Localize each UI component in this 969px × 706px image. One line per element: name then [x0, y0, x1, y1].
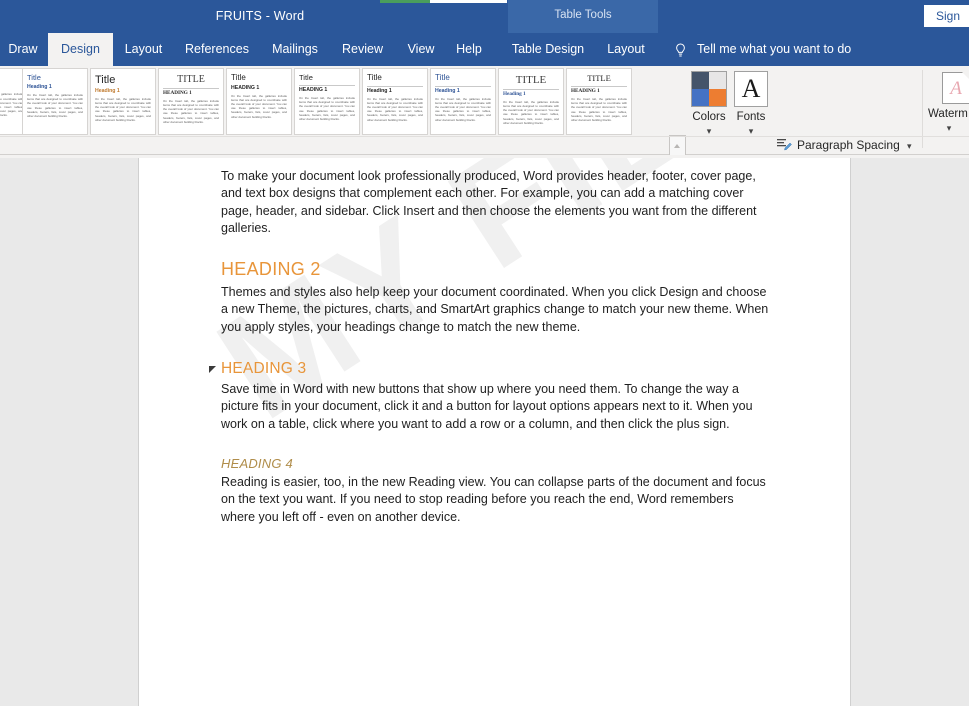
tab-draw[interactable]: Draw [4, 33, 42, 66]
tab-view[interactable]: View [399, 33, 443, 66]
thumbnail-body-text: On the Insert tab, the galleries include… [503, 99, 559, 125]
ribbon-tab-strip: Draw Design Layout References Mailings Review… [0, 33, 969, 66]
thumbnail-title: Title [435, 73, 450, 82]
thumbnail-heading: HEADING 1 [231, 84, 260, 91]
text-run: HEADING 2 [221, 259, 321, 280]
thumbnail-heading: Heading 1 [0, 85, 23, 91]
title-bar: FRUITS - Word Sign [0, 0, 969, 33]
thumbnail-title: Title [367, 73, 382, 82]
theme-fonts-label: Fonts [736, 111, 766, 123]
thumbnail-rule [435, 85, 491, 87]
document-formatting-style-gallery[interactable]: TitleHeading 1On the Insert tab, the gal… [0, 67, 664, 136]
style-gallery-thumbnail[interactable]: Title HEADING 1 On the Insert tab, the gal… [226, 68, 292, 135]
theme-color-swatch [709, 89, 726, 106]
tab-mailings[interactable]: Mailings [264, 33, 326, 66]
thumbnail-heading: Heading 1 [95, 88, 120, 95]
thumbnail-title: Title [299, 73, 313, 82]
tab-design[interactable]: Design [48, 33, 113, 66]
text-run: HEADING 3 [221, 360, 307, 378]
watermark-label: Waterm [928, 108, 968, 120]
style-gallery-thumbnail[interactable]: Title Heading 1On the Insert tab, the gal… [90, 68, 156, 135]
heading-4: HEADING 4 [221, 456, 770, 471]
style-gallery-thumbnail[interactable]: Title Heading 1On the Insert tab, the gal… [22, 68, 88, 135]
thumbnail-title: Title [27, 73, 41, 82]
tab-layout[interactable]: Layout [600, 33, 652, 66]
thumbnail-title: Title [0, 74, 23, 82]
contextual-tab-group-label: Table Tools [554, 9, 612, 21]
thumbnail-rule [571, 86, 627, 88]
tell-me-search-box[interactable]: Tell me what you want to do [697, 33, 851, 66]
thumbnail-body-text: On the Insert tab, the galleries include… [0, 92, 23, 118]
thumbnail-body-text: On the Insert tab, the galleries include… [571, 97, 627, 123]
lightbulb-icon [676, 43, 685, 57]
theme-color-swatch [692, 72, 709, 89]
thumbnail-heading: Heading 1 [27, 84, 52, 91]
theme-colors-icon [691, 71, 727, 107]
document-title: FRUITS - Word [215, 9, 305, 23]
thumbnail-heading: HEADING 1 [299, 87, 328, 94]
body-paragraph: Themes and styles also help keep your do… [221, 284, 770, 336]
thumbnail-body-text: On the Insert tab, the galleries include… [95, 96, 151, 122]
style-gallery-thumbnail[interactable]: Title Heading 1 On the Insert tab, the gal… [362, 68, 428, 135]
text-run: HEADING 4 [221, 455, 293, 471]
thumbnail-body-text: On the Insert tab, the galleries include… [231, 93, 287, 119]
thumbnail-rule [163, 88, 219, 89]
text-run: Save time in Word with new buttons that … [221, 382, 753, 431]
style-gallery-thumbnail[interactable]: TITLE HEADING 1 On the Insert tab, the gal… [566, 68, 632, 135]
chevron-down-icon[interactable]: ▾ [733, 127, 769, 136]
tab-table-design[interactable]: Table Design [506, 33, 590, 66]
body-paragraph: To make your document look professionall… [221, 168, 770, 237]
text-run: Themes and styles also help keep your do… [221, 285, 769, 334]
watermark-icon: A [942, 72, 969, 104]
theme-colors-label: Colors [692, 111, 726, 123]
theme-fonts-icon: A [734, 71, 768, 107]
thumbnail-title: Title [95, 74, 116, 86]
thumbnail-body-text: On the Insert tab, the galleries include… [435, 96, 491, 122]
thumbnail-heading: HEADING 1 [571, 88, 600, 95]
tab-references[interactable]: References [174, 33, 260, 66]
document-canvas[interactable]: MY FILE To make your document look profe… [0, 155, 969, 706]
chevron-down-icon[interactable]: ▾ [690, 127, 728, 136]
heading-2: HEADING 2 [221, 259, 770, 280]
thumbnail-title: TITLE [515, 74, 547, 86]
chevron-down-icon[interactable]: ▾ [924, 124, 969, 133]
thumbnail-rule [503, 89, 559, 91]
thumbnail-heading: HEADING 1 [163, 90, 192, 96]
body-paragraph: Reading is easier, too, in the new Readi… [221, 474, 770, 526]
thumbnail-title: Title [231, 73, 246, 82]
body-paragraph: Save time in Word with new buttons that … [221, 381, 770, 433]
collapse-heading-icon[interactable] [209, 366, 216, 374]
heading-3: HEADING 3 [209, 360, 770, 378]
tab-layout[interactable]: Layout [119, 33, 168, 66]
thumbnail-title: TITLE [177, 74, 205, 85]
thumbnail-title: TITLE [587, 73, 611, 83]
theme-color-swatch [709, 72, 726, 89]
thumbnail-rule [299, 85, 355, 87]
tab-help[interactable]: Help [449, 33, 489, 66]
style-gallery-thumbnail[interactable]: TITLE Heading 1 On the Insert tab, the gal… [498, 68, 564, 135]
thumbnail-body-text: On the Insert tab, the galleries include… [299, 95, 355, 121]
tab-review[interactable]: Review [333, 33, 392, 66]
thumbnail-heading: Heading 1 [435, 87, 460, 94]
thumbnail-heading: Heading 1 [367, 87, 392, 94]
sign-in-button[interactable]: Sign [923, 5, 969, 27]
ribbon-group-label-row [0, 136, 969, 154]
thumbnail-heading: Heading 1 [503, 91, 526, 98]
style-gallery-thumbnail[interactable]: TITLE HEADING 1 On the Insert tab, the gal… [158, 68, 224, 135]
style-gallery-thumbnail[interactable]: Title Heading 1 On the Insert tab, the gal… [430, 68, 496, 135]
document-body[interactable]: To make your document look professionall… [209, 168, 770, 526]
theme-color-swatch [692, 89, 709, 106]
thumbnail-body-text: On the Insert tab, the galleries include… [27, 92, 83, 118]
thumbnail-body-text: On the Insert tab, the galleries include… [163, 98, 219, 124]
ribbon: TitleHeading 1On the Insert tab, the gal… [0, 66, 969, 219]
thumbnail-rule [367, 85, 423, 87]
style-gallery-thumbnail[interactable]: Title HEADING 1 On the Insert tab, the gal… [294, 68, 360, 135]
thumbnail-body-text: On the Insert tab, the galleries include… [367, 96, 423, 122]
word-application-window: FRUITS - Word Sign Table Tools Draw Desig… [0, 0, 969, 706]
text-run: To make your document look professionall… [221, 169, 757, 235]
document-page[interactable]: MY FILE To make your document look profe… [138, 158, 851, 706]
text-run: Reading is easier, too, in the new Readi… [221, 474, 766, 524]
